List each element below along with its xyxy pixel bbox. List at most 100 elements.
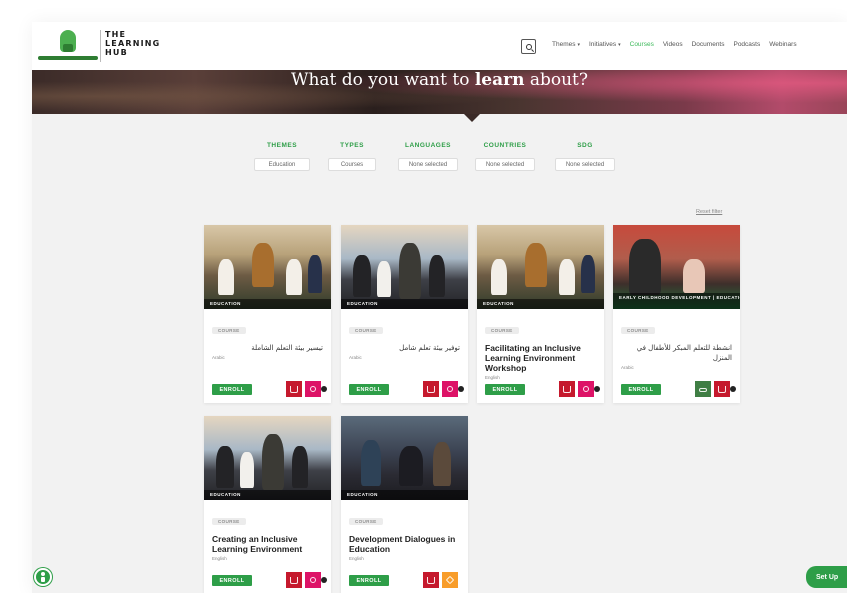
nav-item-webinars[interactable]: Webinars: [769, 41, 796, 48]
nav-item-themes[interactable]: Themes ▾: [552, 41, 580, 48]
category-tag: EDUCATION: [204, 490, 331, 500]
nav-item-podcasts[interactable]: Podcasts: [733, 41, 760, 48]
enroll-button[interactable]: ENROLL: [349, 575, 389, 586]
nav-item-courses[interactable]: Courses: [630, 41, 654, 48]
enroll-button[interactable]: ENROLL: [349, 384, 389, 395]
course-image[interactable]: EDUCATION: [477, 225, 604, 309]
hero-title-suffix: about?: [529, 70, 589, 90]
course-card[interactable]: EDUCATION COURSE Creating an Inclusive L…: [204, 416, 331, 593]
course-card[interactable]: EDUCATION COURSE Facilitating an Inclusi…: [477, 225, 604, 403]
nav-label: Themes: [552, 41, 576, 48]
themes-select[interactable]: Education: [254, 158, 310, 171]
category-tag: EDUCATION: [341, 299, 468, 309]
type-badge: COURSE: [485, 327, 519, 334]
course-title[interactable]: Development Dialogues in Education: [349, 534, 460, 554]
type-badge: COURSE: [212, 327, 246, 334]
types-select[interactable]: Courses: [328, 158, 376, 171]
nav-item-documents[interactable]: Documents: [692, 41, 725, 48]
hero-title: What do you want to learn about?: [32, 70, 847, 90]
sdg-quality-education-icon[interactable]: [423, 572, 439, 588]
category-tag: EDUCATION: [341, 490, 468, 500]
enroll-button[interactable]: ENROLL: [621, 384, 661, 395]
sdg-quality-education-icon[interactable]: [286, 381, 302, 397]
enroll-button[interactable]: ENROLL: [212, 575, 252, 586]
sdg-good-health-icon[interactable]: [695, 381, 711, 397]
course-language: English: [212, 556, 227, 561]
sdg-icons: [286, 381, 327, 397]
filter-languages: LANGUAGES None selected: [398, 142, 458, 171]
filter-sdg: SDG None selected: [555, 142, 615, 171]
filter-label: LANGUAGES: [404, 142, 452, 149]
course-card[interactable]: EDUCATION COURSE توفير بيئة تعلم شامل Ar…: [341, 225, 468, 403]
course-title[interactable]: انشطة للتعلم المبكر للأطفال في المنزل: [621, 343, 732, 363]
course-title[interactable]: Creating an Inclusive Learning Environme…: [212, 534, 323, 554]
course-image[interactable]: EARLY CHILDHOOD DEVELOPMENT | EDUCATION: [613, 225, 740, 309]
sdg-quality-education-icon[interactable]: [714, 381, 736, 397]
course-card[interactable]: EARLY CHILDHOOD DEVELOPMENT | EDUCATION …: [613, 225, 740, 403]
chevron-down-icon: ▾: [618, 42, 621, 48]
course-card[interactable]: EDUCATION COURSE تيسير بيئة التعلم الشام…: [204, 225, 331, 403]
category-tag: EARLY CHILDHOOD DEVELOPMENT | EDUCATION: [613, 293, 740, 309]
sdg-icons: [423, 572, 458, 588]
sdg-icons: [423, 381, 464, 397]
sdg-icons: [286, 572, 327, 588]
type-badge: COURSE: [349, 518, 383, 525]
filter-types: TYPES Courses: [328, 142, 376, 171]
course-title[interactable]: تيسير بيئة التعلم الشاملة: [212, 343, 323, 353]
sdg-icons: [695, 381, 736, 397]
course-card[interactable]: EDUCATION COURSE Development Dialogues i…: [341, 416, 468, 593]
course-language: Arabic: [212, 355, 225, 360]
hero-title-prefix: What do you want to: [290, 70, 470, 90]
sdg-quality-education-icon[interactable]: [286, 572, 302, 588]
filter-label: TYPES: [340, 142, 364, 149]
brand-line-3: HUB: [105, 48, 128, 57]
sdg-reduced-inequalities-icon[interactable]: [578, 381, 600, 397]
sdg-quality-education-icon[interactable]: [423, 381, 439, 397]
sdg-reduced-inequalities-icon[interactable]: [305, 381, 327, 397]
type-badge: COURSE: [212, 518, 246, 525]
nav-item-videos[interactable]: Videos: [663, 41, 683, 48]
un-logo-icon[interactable]: [38, 28, 98, 64]
site-header: THE LEARNING HUB Themes ▾ Initiatives ▾ Co…: [32, 22, 847, 70]
course-image[interactable]: EDUCATION: [341, 416, 468, 500]
accessibility-button[interactable]: [34, 568, 52, 586]
reset-filter-link[interactable]: Reset filter: [696, 209, 722, 215]
sdg-reduced-inequalities-icon[interactable]: [442, 381, 464, 397]
hero-title-bold: learn: [474, 70, 525, 90]
brand-line-1: THE: [105, 30, 127, 39]
filter-themes: THEMES Education: [254, 142, 310, 171]
search-icon: [525, 43, 532, 50]
enroll-button[interactable]: ENROLL: [212, 384, 252, 395]
course-image[interactable]: EDUCATION: [204, 416, 331, 500]
sdg-icons: [559, 381, 600, 397]
languages-select[interactable]: None selected: [398, 158, 458, 171]
sdg-partnerships-icon[interactable]: [442, 572, 458, 588]
nav-item-initiatives[interactable]: Initiatives ▾: [589, 41, 621, 48]
sdg-select[interactable]: None selected: [555, 158, 615, 171]
course-title[interactable]: Facilitating an Inclusive Learning Envir…: [485, 343, 596, 373]
brand-name[interactable]: THE LEARNING HUB: [105, 30, 160, 57]
set-up-button[interactable]: Set Up: [806, 566, 847, 588]
course-title[interactable]: توفير بيئة تعلم شامل: [349, 343, 460, 353]
logo-divider: [100, 30, 101, 62]
filter-label: COUNTRIES: [483, 142, 527, 149]
type-badge: COURSE: [621, 327, 655, 334]
filter-label: SDG: [577, 142, 593, 149]
filter-countries: COUNTRIES None selected: [475, 142, 535, 171]
page: THE LEARNING HUB Themes ▾ Initiatives ▾ Co…: [32, 22, 847, 593]
countries-select[interactable]: None selected: [475, 158, 535, 171]
course-image[interactable]: EDUCATION: [204, 225, 331, 309]
main-nav: Themes ▾ Initiatives ▾ Courses Videos Docu…: [552, 41, 797, 48]
course-language: English: [485, 375, 500, 380]
search-button[interactable]: [521, 39, 536, 54]
category-tag: EDUCATION: [204, 299, 331, 309]
course-image[interactable]: EDUCATION: [341, 225, 468, 309]
enroll-button[interactable]: ENROLL: [485, 384, 525, 395]
course-language: Arabic: [621, 365, 634, 370]
hero-notch: [464, 114, 480, 122]
sdg-quality-education-icon[interactable]: [559, 381, 575, 397]
sdg-reduced-inequalities-icon[interactable]: [305, 572, 327, 588]
chevron-down-icon: ▾: [577, 42, 580, 48]
brand-line-2: LEARNING: [105, 39, 161, 48]
accessibility-icon: [41, 572, 45, 582]
